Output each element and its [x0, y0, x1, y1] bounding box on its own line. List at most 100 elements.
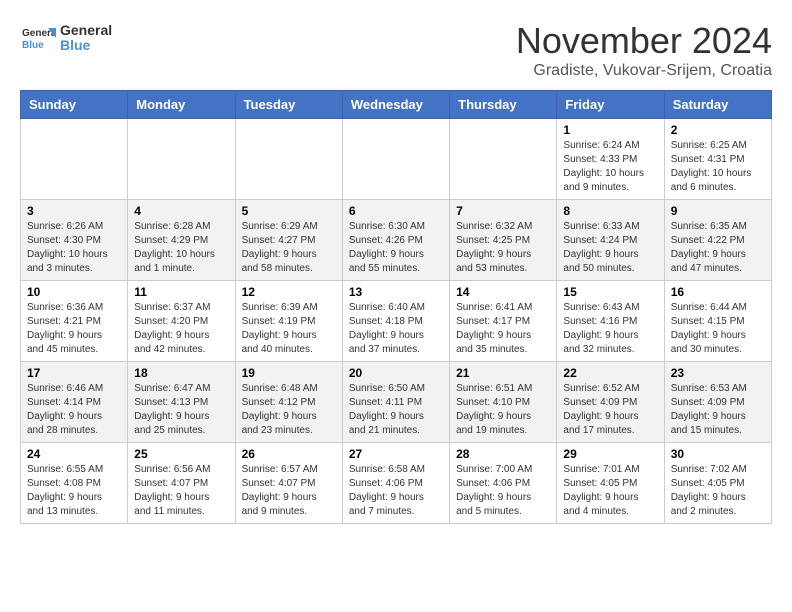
calendar-cell	[342, 119, 449, 200]
calendar-cell: 6 Sunrise: 6:30 AM Sunset: 4:26 PM Daylig…	[342, 200, 449, 281]
day-number: 5	[242, 204, 336, 218]
month-title: November 2024	[516, 20, 772, 62]
calendar-cell: 20Sunrise: 6:50 AM Sunset: 4:11 PM Dayli…	[342, 362, 449, 443]
day-number: 25	[134, 447, 228, 461]
day-number: 9	[671, 204, 765, 218]
day-info: Sunrise: 6:58 AM Sunset: 4:06 PM Dayligh…	[349, 463, 443, 519]
day-number: 13	[349, 285, 443, 299]
calendar-header-row: SundayMondayTuesdayWednesdayThursdayFrid…	[21, 91, 772, 119]
day-info: Sunrise: 6:33 AM Sunset: 4:24 PM Dayligh…	[563, 220, 657, 276]
day-info: Sunrise: 6:52 AM Sunset: 4:09 PM Dayligh…	[563, 382, 657, 438]
calendar-cell: 22 Sunrise: 6:52 AM Sunset: 4:09 PM Dayli…	[557, 362, 664, 443]
day-info: Sunrise: 6:40 AM Sunset: 4:18 PM Dayligh…	[349, 301, 443, 357]
calendar-cell	[235, 119, 342, 200]
day-info: Sunrise: 6:30 AM Sunset: 4:26 PM Dayligh…	[349, 220, 443, 276]
calendar-week-row: 10 Sunrise: 6:36 AM Sunset: 4:21 PM Dayli…	[21, 281, 772, 362]
day-info: Sunrise: 6:50 AM Sunset: 4:11 PM Dayligh…	[349, 382, 443, 438]
weekday-header: Saturday	[664, 91, 771, 119]
calendar-cell: 19 Sunrise: 6:48 AM Sunset: 4:12 PM Dayli…	[235, 362, 342, 443]
svg-text:Blue: Blue	[22, 40, 44, 51]
day-info: Sunrise: 7:01 AM Sunset: 4:05 PM Dayligh…	[563, 463, 657, 519]
calendar-cell: 2 Sunrise: 6:25 AM Sunset: 4:31 PM Daylig…	[664, 119, 771, 200]
day-number: 2	[671, 123, 765, 137]
calendar-cell: 11 Sunrise: 6:37 AM Sunset: 4:20 PM Dayli…	[128, 281, 235, 362]
calendar-cell: 13 Sunrise: 6:40 AM Sunset: 4:18 PM Dayli…	[342, 281, 449, 362]
title-block: November 2024 Gradiste, Vukovar-Srijem, …	[516, 20, 772, 80]
calendar-cell: 25 Sunrise: 6:56 AM Sunset: 4:07 PM Dayli…	[128, 443, 235, 524]
day-info: Sunrise: 6:41 AM Sunset: 4:17 PM Dayligh…	[456, 301, 550, 357]
day-number: 16	[671, 285, 765, 299]
weekday-header: Sunday	[21, 91, 128, 119]
logo: General Blue General Blue	[20, 20, 112, 56]
day-number: 6	[349, 204, 443, 218]
calendar-cell: 14 Sunrise: 6:41 AM Sunset: 4:17 PM Dayli…	[450, 281, 557, 362]
day-number: 10	[27, 285, 121, 299]
weekday-header: Monday	[128, 91, 235, 119]
calendar-cell: 18 Sunrise: 6:47 AM Sunset: 4:13 PM Dayli…	[128, 362, 235, 443]
day-info: Sunrise: 6:57 AM Sunset: 4:07 PM Dayligh…	[242, 463, 336, 519]
day-number: 14	[456, 285, 550, 299]
day-info: Sunrise: 6:35 AM Sunset: 4:22 PM Dayligh…	[671, 220, 765, 276]
day-info: Sunrise: 6:44 AM Sunset: 4:15 PM Dayligh…	[671, 301, 765, 357]
calendar-cell: 3 Sunrise: 6:26 AM Sunset: 4:30 PM Daylig…	[21, 200, 128, 281]
calendar-cell: 26 Sunrise: 6:57 AM Sunset: 4:07 PM Dayli…	[235, 443, 342, 524]
calendar-cell: 4 Sunrise: 6:28 AM Sunset: 4:29 PM Daylig…	[128, 200, 235, 281]
calendar-cell: 24Sunrise: 6:55 AM Sunset: 4:08 PM Dayli…	[21, 443, 128, 524]
day-number: 8	[563, 204, 657, 218]
day-number: 19	[242, 366, 336, 380]
calendar-cell: 9 Sunrise: 6:35 AM Sunset: 4:22 PM Daylig…	[664, 200, 771, 281]
day-number: 7	[456, 204, 550, 218]
location-subtitle: Gradiste, Vukovar-Srijem, Croatia	[516, 62, 772, 80]
calendar-week-row: 1Sunrise: 6:24 AM Sunset: 4:33 PM Daylig…	[21, 119, 772, 200]
day-info: Sunrise: 6:56 AM Sunset: 4:07 PM Dayligh…	[134, 463, 228, 519]
calendar-cell: 7 Sunrise: 6:32 AM Sunset: 4:25 PM Daylig…	[450, 200, 557, 281]
calendar-cell	[450, 119, 557, 200]
day-info: Sunrise: 6:37 AM Sunset: 4:20 PM Dayligh…	[134, 301, 228, 357]
day-info: Sunrise: 6:48 AM Sunset: 4:12 PM Dayligh…	[242, 382, 336, 438]
day-info: Sunrise: 6:46 AM Sunset: 4:14 PM Dayligh…	[27, 382, 121, 438]
day-number: 27	[349, 447, 443, 461]
weekday-header: Friday	[557, 91, 664, 119]
day-info: Sunrise: 6:36 AM Sunset: 4:21 PM Dayligh…	[27, 301, 121, 357]
day-number: 29	[563, 447, 657, 461]
logo-icon: General Blue	[20, 20, 56, 56]
day-number: 11	[134, 285, 228, 299]
calendar-cell: 8 Sunrise: 6:33 AM Sunset: 4:24 PM Daylig…	[557, 200, 664, 281]
calendar-cell: 21Sunrise: 6:51 AM Sunset: 4:10 PM Dayli…	[450, 362, 557, 443]
calendar-week-row: 3 Sunrise: 6:26 AM Sunset: 4:30 PM Daylig…	[21, 200, 772, 281]
day-number: 18	[134, 366, 228, 380]
day-info: Sunrise: 6:32 AM Sunset: 4:25 PM Dayligh…	[456, 220, 550, 276]
day-info: Sunrise: 6:28 AM Sunset: 4:29 PM Dayligh…	[134, 220, 228, 276]
day-info: Sunrise: 6:47 AM Sunset: 4:13 PM Dayligh…	[134, 382, 228, 438]
day-number: 12	[242, 285, 336, 299]
day-number: 22	[563, 366, 657, 380]
day-info: Sunrise: 6:55 AM Sunset: 4:08 PM Dayligh…	[27, 463, 121, 519]
day-info: Sunrise: 6:26 AM Sunset: 4:30 PM Dayligh…	[27, 220, 121, 276]
day-number: 17	[27, 366, 121, 380]
calendar-cell: 10 Sunrise: 6:36 AM Sunset: 4:21 PM Dayli…	[21, 281, 128, 362]
calendar-cell: 1Sunrise: 6:24 AM Sunset: 4:33 PM Daylig…	[557, 119, 664, 200]
day-info: Sunrise: 6:24 AM Sunset: 4:33 PM Dayligh…	[563, 139, 657, 195]
day-number: 4	[134, 204, 228, 218]
calendar-week-row: 24Sunrise: 6:55 AM Sunset: 4:08 PM Dayli…	[21, 443, 772, 524]
day-number: 15	[563, 285, 657, 299]
day-info: Sunrise: 6:29 AM Sunset: 4:27 PM Dayligh…	[242, 220, 336, 276]
calendar-cell: 5 Sunrise: 6:29 AM Sunset: 4:27 PM Daylig…	[235, 200, 342, 281]
day-info: Sunrise: 6:39 AM Sunset: 4:19 PM Dayligh…	[242, 301, 336, 357]
calendar-week-row: 17 Sunrise: 6:46 AM Sunset: 4:14 PM Dayli…	[21, 362, 772, 443]
weekday-header: Thursday	[450, 91, 557, 119]
calendar-cell	[128, 119, 235, 200]
weekday-header: Wednesday	[342, 91, 449, 119]
day-number: 21	[456, 366, 550, 380]
day-info: Sunrise: 6:25 AM Sunset: 4:31 PM Dayligh…	[671, 139, 765, 195]
day-info: Sunrise: 7:00 AM Sunset: 4:06 PM Dayligh…	[456, 463, 550, 519]
calendar-cell: 23Sunrise: 6:53 AM Sunset: 4:09 PM Dayli…	[664, 362, 771, 443]
day-number: 26	[242, 447, 336, 461]
calendar-cell: 30 Sunrise: 7:02 AM Sunset: 4:05 PM Dayli…	[664, 443, 771, 524]
day-number: 30	[671, 447, 765, 461]
calendar-cell: 29 Sunrise: 7:01 AM Sunset: 4:05 PM Dayli…	[557, 443, 664, 524]
day-info: Sunrise: 7:02 AM Sunset: 4:05 PM Dayligh…	[671, 463, 765, 519]
calendar-cell: 28Sunrise: 7:00 AM Sunset: 4:06 PM Dayli…	[450, 443, 557, 524]
calendar-cell: 27 Sunrise: 6:58 AM Sunset: 4:06 PM Dayli…	[342, 443, 449, 524]
day-number: 3	[27, 204, 121, 218]
